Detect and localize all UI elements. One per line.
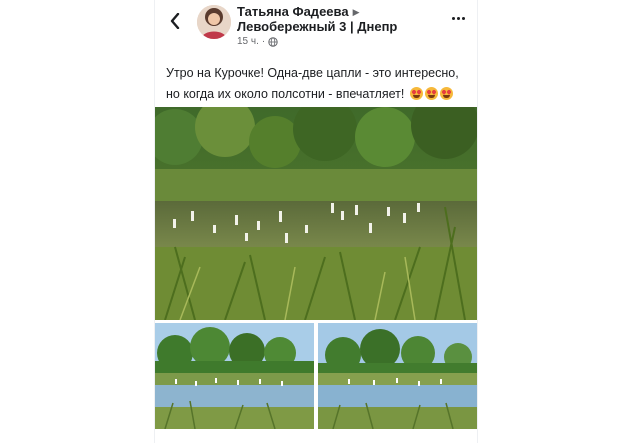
more-options-icon [451, 16, 455, 20]
thumbnail-photo-right[interactable] [318, 323, 477, 429]
group-name[interactable]: Левобережный 3 | Днепр [237, 19, 397, 34]
more-options-button[interactable] [449, 12, 467, 24]
post-meta: 15 ч. · [237, 36, 278, 47]
author-name-text: Татьяна Фадеева [237, 4, 349, 19]
post-time[interactable]: 15 ч. [237, 36, 259, 47]
avatar[interactable] [197, 5, 231, 39]
heart-eyes-emoji [424, 87, 438, 100]
meta-separator: · [261, 36, 266, 47]
globe-icon [268, 36, 278, 47]
main-photo[interactable] [155, 107, 477, 320]
caret-right-icon: ▶ [352, 7, 360, 17]
post-card: Татьяна Фадеева ▶ Левобережный 3 | Днепр … [155, 0, 477, 443]
post-text: Утро на Курочке! Одна-две цапли - это ин… [166, 63, 471, 105]
back-button[interactable] [167, 10, 183, 32]
author-name[interactable]: Татьяна Фадеева ▶ [237, 4, 360, 19]
thumbnail-photo-left[interactable] [155, 323, 314, 429]
heart-eyes-emoji [409, 87, 423, 100]
heart-eyes-emoji [439, 87, 453, 100]
back-chevron-icon [170, 13, 180, 29]
